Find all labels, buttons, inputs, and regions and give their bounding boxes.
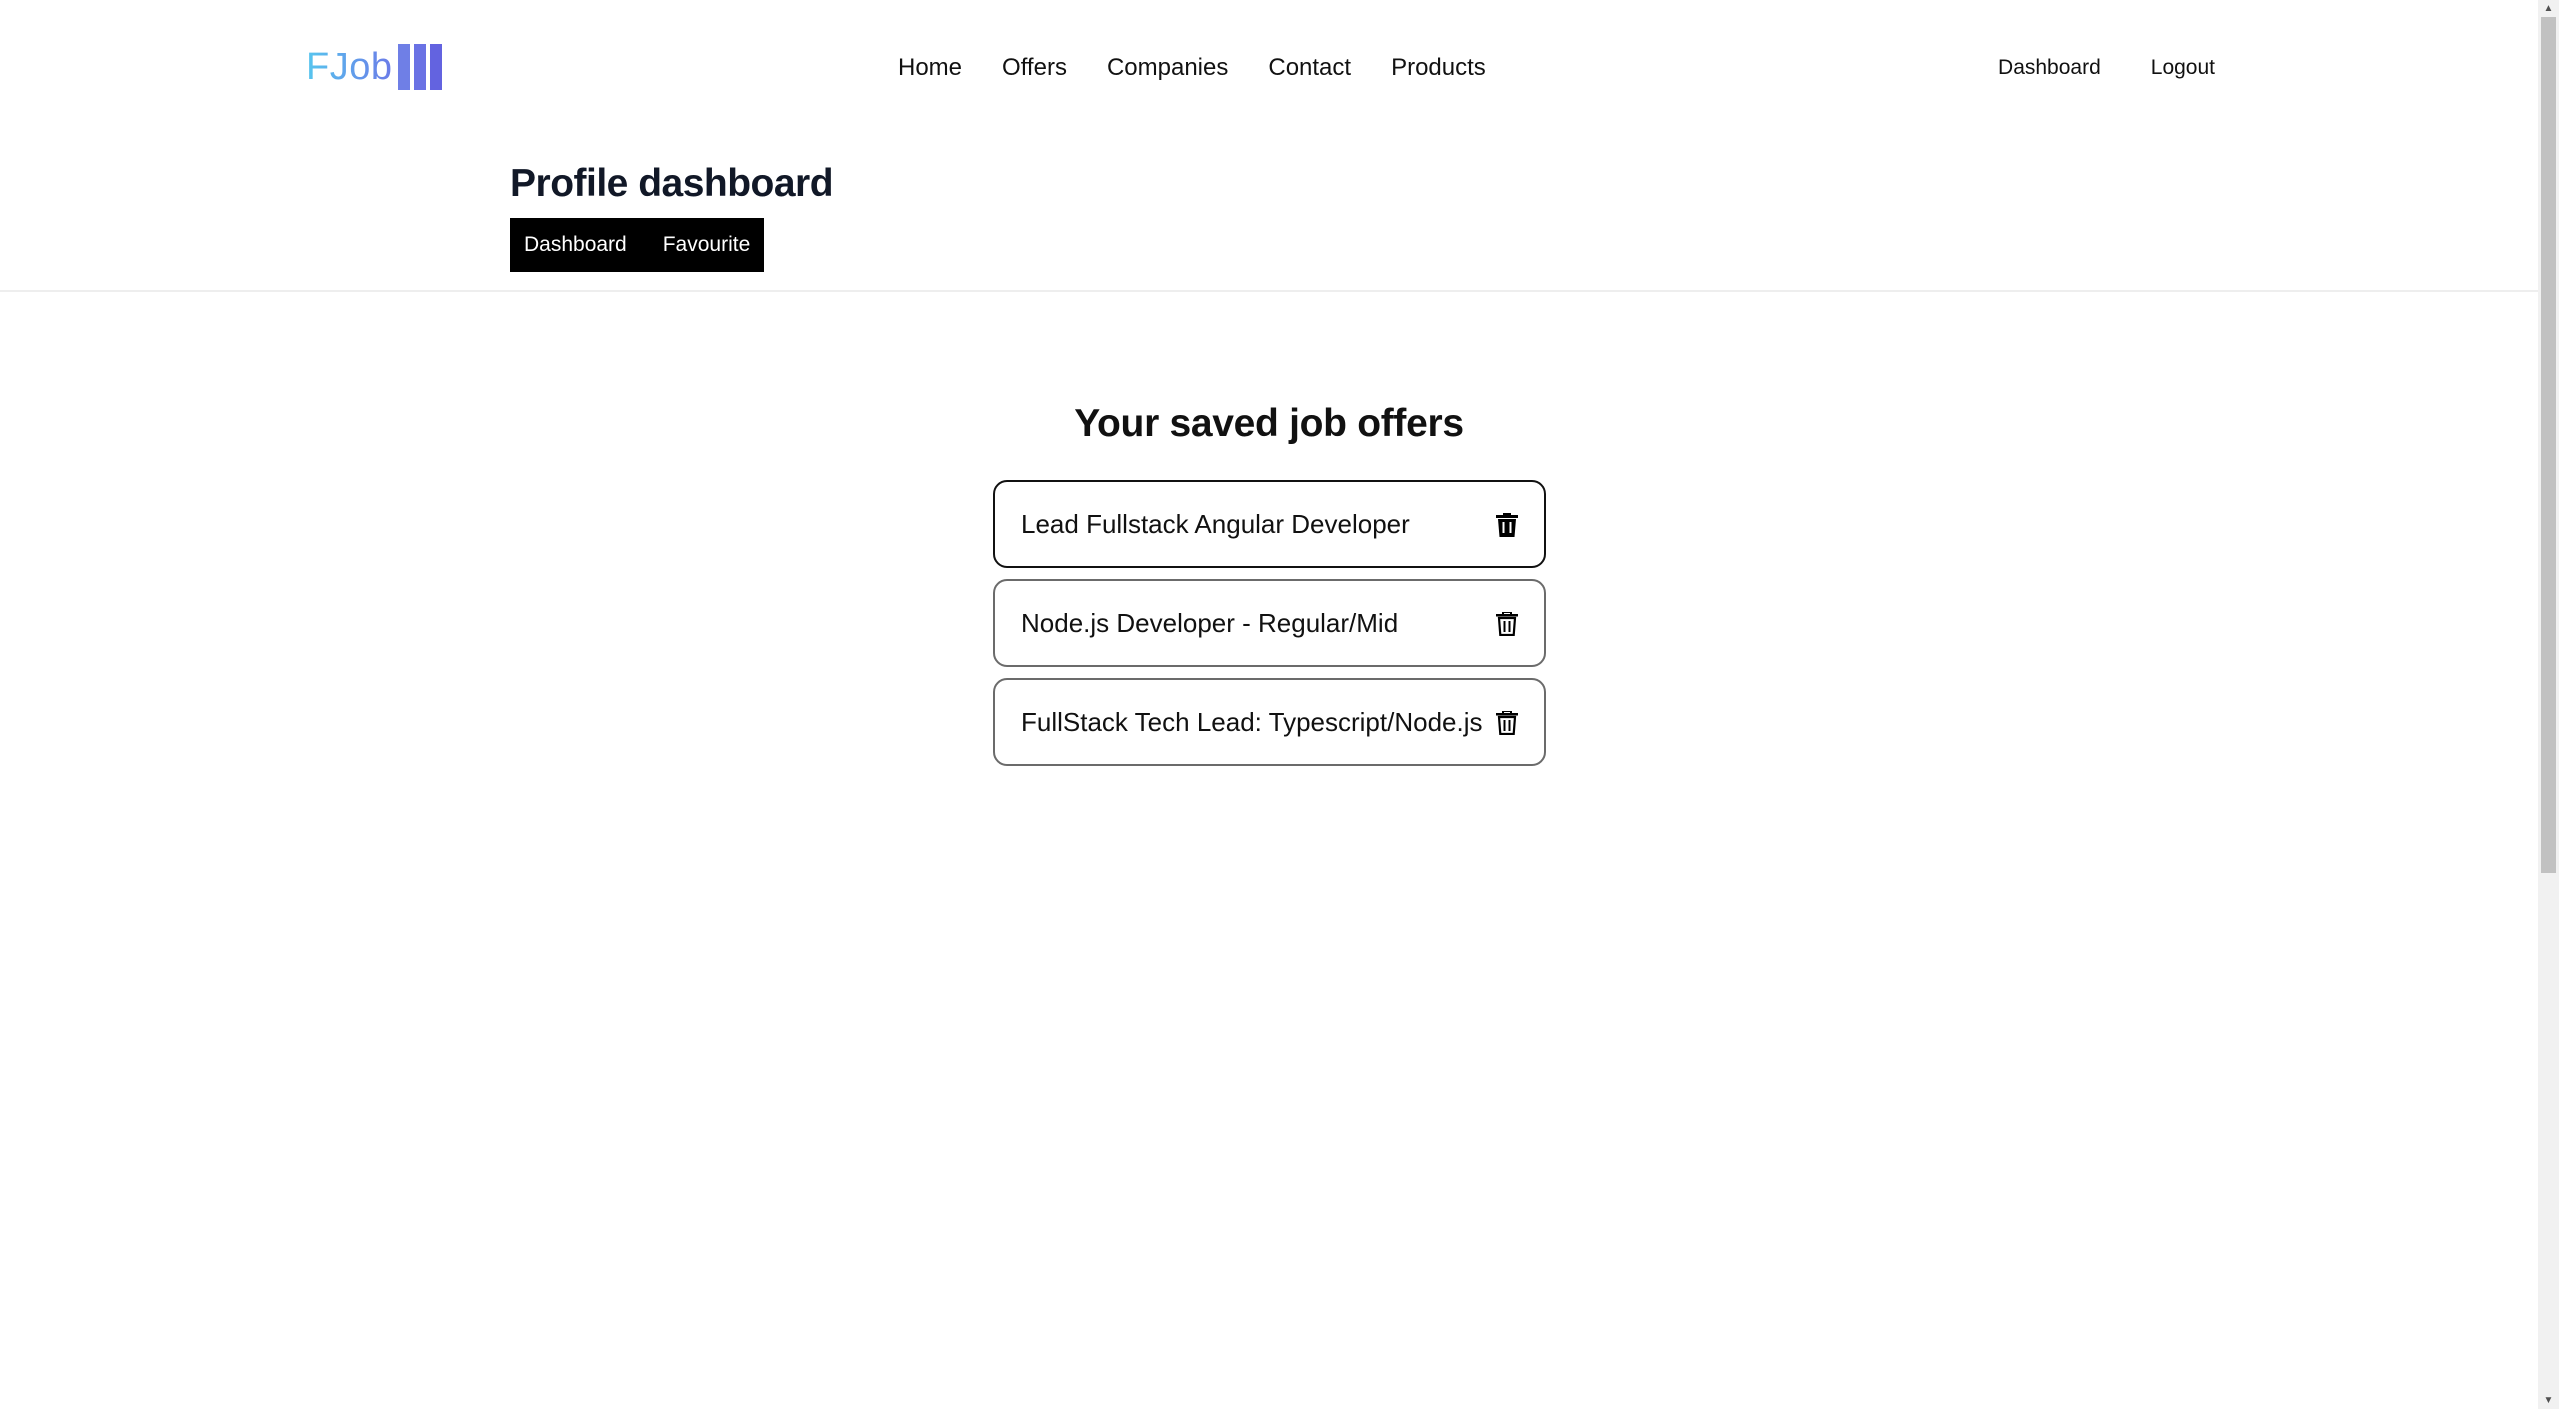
logo-bar (430, 44, 443, 90)
user-nav: Dashboard Logout (1998, 52, 2215, 84)
nav-link-contact[interactable]: Contact (1268, 50, 1351, 86)
scroll-down-arrow-icon[interactable]: ▼ (2538, 1392, 2559, 1409)
saved-offer-card[interactable]: FullStack Tech Lead: Typescript/Node.js (993, 678, 1546, 766)
page: FJob Home Offers Companies Contact Produ… (0, 0, 2559, 1409)
saved-offers-list: Lead Fullstack Angular Developer Node.js… (993, 480, 1546, 777)
nav-link-offers[interactable]: Offers (1002, 50, 1067, 86)
logo-bars-icon (398, 44, 443, 90)
offer-title[interactable]: Lead Fullstack Angular Developer (1021, 482, 1410, 566)
offer-title[interactable]: FullStack Tech Lead: Typescript/Node.js (1021, 680, 1483, 764)
logo-link[interactable]: FJob (306, 44, 443, 90)
user-dashboard-link[interactable]: Dashboard (1998, 52, 2101, 84)
tab-favourite[interactable]: Favourite (663, 218, 751, 272)
saved-offers-title: Your saved job offers (1074, 402, 1464, 445)
top-navigation: FJob Home Offers Companies Contact Produ… (0, 0, 2538, 135)
trash-icon[interactable] (1496, 513, 1518, 537)
saved-offer-card[interactable]: Lead Fullstack Angular Developer (993, 480, 1546, 568)
trash-icon[interactable] (1496, 711, 1518, 735)
offer-title[interactable]: Node.js Developer - Regular/Mid (1021, 581, 1398, 665)
vertical-scrollbar[interactable]: ▲ ▼ (2538, 0, 2559, 1409)
profile-tabs: Dashboard Favourite (510, 218, 765, 272)
logo-text: FJob (306, 46, 393, 88)
main-nav: Home Offers Companies Contact Products (898, 50, 1486, 86)
trash-icon[interactable] (1496, 612, 1518, 636)
logo-bar (398, 44, 411, 90)
nav-link-companies[interactable]: Companies (1107, 50, 1228, 86)
saved-offer-card[interactable]: Node.js Developer - Regular/Mid (993, 579, 1546, 667)
logo-bar (414, 44, 427, 90)
tab-dashboard[interactable]: Dashboard (524, 218, 627, 272)
scrollbar-thumb[interactable] (2541, 17, 2556, 873)
profile-header: Profile dashboard Dashboard Favourite (0, 134, 2538, 292)
page-title: Profile dashboard (510, 162, 834, 205)
logout-link[interactable]: Logout (2151, 52, 2215, 84)
scroll-up-arrow-icon[interactable]: ▲ (2538, 0, 2559, 17)
nav-link-products[interactable]: Products (1391, 50, 1486, 86)
nav-link-home[interactable]: Home (898, 50, 962, 86)
